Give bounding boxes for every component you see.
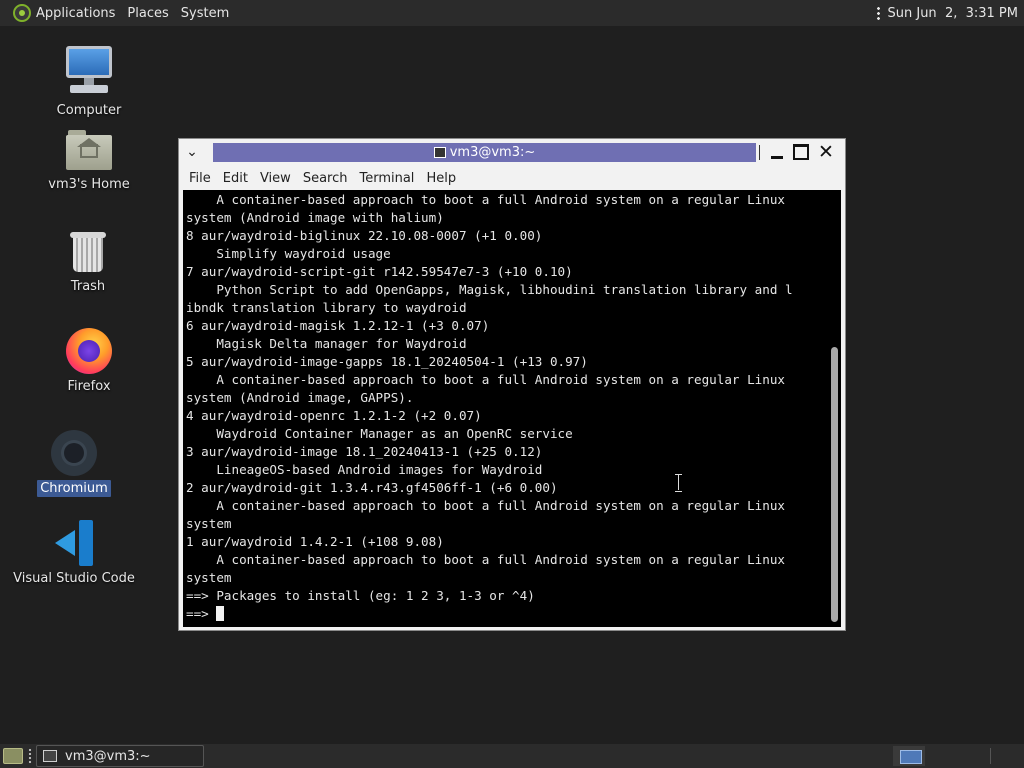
terminal-line: 4 aur/waydroid-openrc 1.2.1-2 (+2 0.07) <box>186 408 482 423</box>
menu-view[interactable]: View <box>254 171 297 186</box>
workspace-1[interactable] <box>893 746 925 766</box>
terminal-line: ibndk translation library to waydroid <box>186 300 467 315</box>
panel-handle-icon[interactable] <box>28 748 32 764</box>
terminal-line: ==> Packages to install (eg: 1 2 3, 1-3 … <box>186 588 535 603</box>
chevron-down-icon: ⌄ <box>186 144 198 160</box>
bottom-panel: vm3@vm3:~ <box>0 744 1024 768</box>
menu-file[interactable]: File <box>183 171 217 186</box>
desktop-icon-firefox[interactable]: Firefox <box>60 328 118 395</box>
terminal-line: Python Script to add OpenGapps, Magisk, … <box>186 282 793 297</box>
terminal-lines: A container-based approach to boot a ful… <box>186 191 826 623</box>
window-title: vm3@vm3:~ <box>449 145 536 160</box>
terminal-line: 7 aur/waydroid-script-git r142.59547e7-3… <box>186 264 573 279</box>
menu-terminal[interactable]: Terminal <box>353 171 420 186</box>
terminal-line: A container-based approach to boot a ful… <box>186 372 785 387</box>
terminal-line: Waydroid Container Manager as an OpenRC … <box>186 426 573 441</box>
close-button[interactable]: ✕ <box>816 141 836 163</box>
places-menu-label: Places <box>127 5 169 21</box>
clock[interactable]: Sun Jun 2, 3:31 PM <box>888 6 1019 21</box>
applications-menu-label: Applications <box>36 5 116 21</box>
chromium-icon <box>51 430 97 476</box>
terminal-line: 2 aur/waydroid-git 1.3.4.r43.gf4506ff-1 … <box>186 480 558 495</box>
terminal-line: 1 aur/waydroid 1.4.2-1 (+108 9.08) <box>186 534 444 549</box>
menu-search[interactable]: Search <box>297 171 354 186</box>
text-cursor <box>216 606 225 621</box>
terminal-icon <box>433 147 446 158</box>
home-folder-icon <box>66 130 112 172</box>
mouse-ibeam-cursor-icon <box>675 474 682 492</box>
terminal-line: system <box>186 516 232 531</box>
maximize-button[interactable] <box>791 142 811 162</box>
terminal-line: Simplify waydroid usage <box>186 246 391 261</box>
desktop-icon-computer[interactable]: Computer <box>51 46 127 119</box>
vscode-icon <box>51 520 97 566</box>
window-titlebar[interactable]: ⌄ vm3@vm3:~ ✕ <box>179 139 845 165</box>
terminal-icon <box>43 750 57 762</box>
terminal-line: Magisk Delta manager for Waydroid <box>186 336 467 351</box>
terminal-prompt: ==> <box>186 606 217 621</box>
desktop-icon-trash[interactable]: Trash <box>58 228 118 295</box>
titlebar-separator <box>759 145 760 160</box>
terminal-line: A container-based approach to boot a ful… <box>186 498 785 513</box>
panel-separator <box>990 748 991 764</box>
terminal-line: A container-based approach to boot a ful… <box>186 192 785 207</box>
terminal-line: system (Android image, GAPPS). <box>186 390 414 405</box>
desktop-icon-chromium[interactable]: Chromium <box>34 430 114 497</box>
workspace-2[interactable] <box>926 746 988 766</box>
workspace-switcher[interactable] <box>893 746 993 766</box>
menu-edit[interactable]: Edit <box>217 171 254 186</box>
close-icon: ✕ <box>818 141 834 163</box>
window-title-area[interactable]: vm3@vm3:~ <box>213 143 756 162</box>
terminal-line: system <box>186 570 232 585</box>
desktop-icon-vscode[interactable]: Visual Studio Code <box>13 520 135 587</box>
minimize-button[interactable] <box>767 142 787 162</box>
show-desktop-icon[interactable] <box>3 748 23 764</box>
terminal-line: system (Android image with halium) <box>186 210 444 225</box>
panel-handle-icon[interactable] <box>876 6 880 20</box>
terminal-line: LineageOS-based Android images for Waydr… <box>186 462 543 477</box>
desktop-icon-label: Chromium <box>37 480 111 497</box>
terminal-line: 3 aur/waydroid-image 18.1_20240413-1 (+2… <box>186 444 543 459</box>
scrollbar-thumb[interactable] <box>831 347 838 622</box>
window-menubar: File Edit View Search Terminal Help <box>183 166 843 190</box>
terminal-line: A container-based approach to boot a ful… <box>186 552 785 567</box>
terminal-line: 6 aur/waydroid-magisk 1.2.12-1 (+3 0.07) <box>186 318 490 333</box>
applications-menu[interactable]: Applications <box>0 0 120 26</box>
distro-logo-icon <box>13 4 31 22</box>
desktop-icon-label: Firefox <box>67 379 111 394</box>
taskbar-item-label: vm3@vm3:~ <box>65 748 151 764</box>
terminal-window[interactable]: ⌄ vm3@vm3:~ ✕ File Edit View Search Term… <box>178 138 846 631</box>
system-menu[interactable]: System <box>176 0 234 26</box>
desktop-icon-label: Computer <box>56 103 122 118</box>
window-menu-button[interactable]: ⌄ <box>179 139 205 165</box>
system-menu-label: System <box>180 5 230 21</box>
desktop-icon-label: vm3's Home <box>48 177 130 192</box>
taskbar-item-terminal[interactable]: vm3@vm3:~ <box>36 745 204 767</box>
desktop-icon-home[interactable]: vm3's Home <box>44 126 134 193</box>
terminal-prompt-line[interactable]: ==> <box>186 605 826 623</box>
menu-help[interactable]: Help <box>420 171 462 186</box>
desktop-icon-label: Visual Studio Code <box>13 571 135 586</box>
terminal-line: 8 aur/waydroid-biglinux 22.10.08-0007 (+… <box>186 228 543 243</box>
trash-icon <box>70 232 106 274</box>
terminal-output[interactable]: A container-based approach to boot a ful… <box>183 190 841 627</box>
top-panel: Applications Places System Sun Jun 2, 3:… <box>0 0 1024 26</box>
computer-icon <box>64 46 114 98</box>
places-menu[interactable]: Places <box>122 0 173 26</box>
desktop-icon-label: Trash <box>70 279 106 294</box>
firefox-icon <box>66 328 112 374</box>
terminal-line: 5 aur/waydroid-image-gapps 18.1_20240504… <box>186 354 588 369</box>
